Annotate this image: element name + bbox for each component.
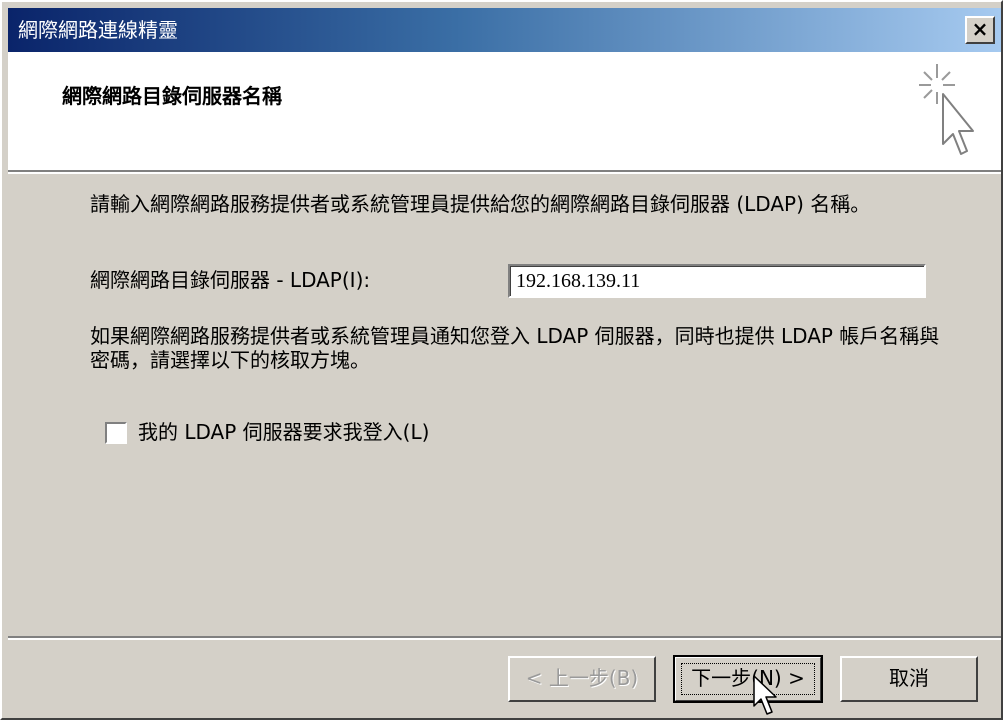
mouse-pointer-icon xyxy=(753,675,777,715)
next-button[interactable]: 下一步(N) > xyxy=(673,655,823,703)
next-button-label: 下一步(N) > xyxy=(691,666,805,690)
back-button[interactable]: < 上一步(B) xyxy=(508,656,656,702)
wizard-header: 網際網路目錄伺服器名稱 xyxy=(8,52,1001,170)
close-button[interactable]: × xyxy=(965,16,995,44)
cancel-button-label: 取消 xyxy=(889,666,929,690)
close-icon: × xyxy=(971,17,989,41)
page-title: 網際網路目錄伺服器名稱 xyxy=(62,84,282,108)
window-title: 網際網路連線精靈 xyxy=(18,18,178,42)
back-button-label: < 上一步(B) xyxy=(525,666,639,690)
title-bar[interactable]: 網際網路連線精靈 × xyxy=(8,8,1001,52)
ldap-login-checkbox-label[interactable]: 我的 LDAP 伺服器要求我登入(L) xyxy=(138,419,429,445)
cancel-button[interactable]: 取消 xyxy=(840,656,978,702)
footer-divider xyxy=(8,636,1001,640)
ldap-server-input[interactable] xyxy=(508,264,926,298)
wizard-window: 網際網路連線精靈 × 網際網路目錄伺服器名稱 請輸入網際網路服務提供者或系統管理… xyxy=(0,0,1003,720)
wizard-sparkle-cursor-icon xyxy=(919,64,974,155)
ldap-login-checkbox[interactable] xyxy=(105,422,127,444)
intro-text: 請輸入網際網路服務提供者或系統管理員提供給您的網際網路目錄伺服器 (LDAP) … xyxy=(90,192,871,216)
info-text: 如果網際網路服務提供者或系統管理員通知您登入 LDAP 伺服器，同時也提供 LD… xyxy=(90,324,940,372)
ldap-server-label: 網際網路目錄伺服器 - LDAP(I): xyxy=(90,268,371,292)
header-divider xyxy=(8,170,1001,174)
